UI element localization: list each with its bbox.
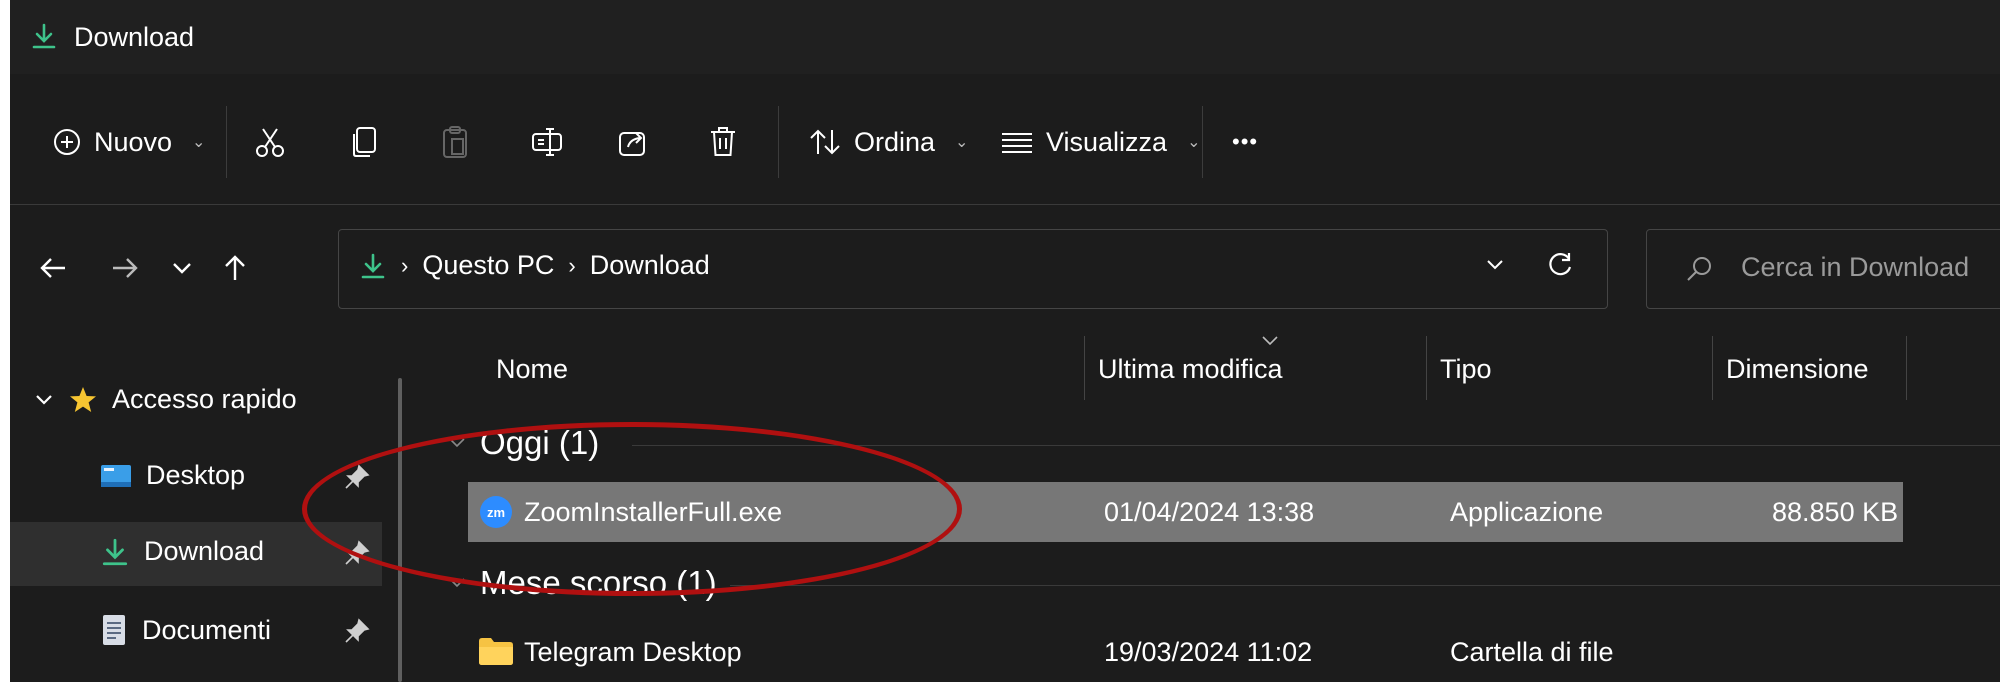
sidebar-item-label: Accesso rapido — [112, 384, 297, 414]
trash-icon — [711, 127, 735, 156]
file-modified: 19/03/2024 11:02 — [1104, 637, 1313, 667]
sort-icon — [810, 129, 840, 155]
chevron-down-icon: ⌄ — [955, 134, 969, 151]
refresh-button[interactable] — [1545, 250, 1575, 285]
column-size[interactable]: Dimensione — [1726, 354, 1869, 385]
clipboard-icon — [443, 126, 467, 158]
document-icon — [103, 615, 125, 645]
scissors-icon — [256, 128, 284, 157]
desktop-folder-icon — [101, 464, 131, 487]
sort-label: Ordina — [854, 126, 936, 157]
file-modified: 01/04/2024 13:38 — [1104, 497, 1315, 527]
sidebar-item-label: Desktop — [146, 460, 246, 490]
file-size: 88.850 KB — [1772, 497, 1899, 527]
copy-button[interactable] — [350, 114, 380, 170]
delete-button[interactable] — [706, 114, 740, 170]
chevron-down-icon — [36, 394, 52, 405]
arrow-left-icon — [40, 258, 65, 278]
copy-icon — [353, 127, 376, 157]
file-type: Cartella di file — [1450, 637, 1614, 667]
chevron-down-icon — [1487, 260, 1503, 270]
chevron-down-icon: ⌄ — [192, 134, 206, 151]
up-button[interactable] — [210, 244, 260, 292]
column-divider[interactable] — [1906, 336, 1907, 400]
search-icon — [1685, 254, 1715, 289]
more-button[interactable]: ••• — [1232, 114, 1258, 170]
share-icon — [619, 132, 645, 156]
group-divider — [730, 585, 2000, 586]
recent-locations-button[interactable] — [162, 244, 202, 292]
address-history-dropdown[interactable] — [1485, 258, 1505, 276]
window-title: Download — [74, 22, 195, 52]
pin-icon[interactable] — [344, 618, 370, 649]
chevron-down-icon — [173, 263, 191, 274]
sidebar-item-desktop[interactable]: Desktop — [100, 460, 245, 491]
column-divider[interactable] — [1084, 336, 1085, 400]
sidebar-item-quick-access[interactable]: Accesso rapido — [34, 384, 297, 415]
star-icon — [70, 386, 96, 412]
share-button[interactable] — [616, 114, 650, 170]
new-button[interactable]: Nuovo ⌄ — [52, 114, 205, 170]
file-row[interactable]: Telegram Desktop 19/03/2024 11:02 Cartel… — [468, 622, 1903, 682]
plus-circle-icon — [54, 129, 80, 155]
view-label: Visualizza — [1046, 126, 1168, 157]
column-type[interactable]: Tipo — [1440, 354, 1492, 385]
search-placeholder: Cerca in Download — [1741, 252, 1970, 282]
download-icon — [102, 538, 128, 565]
column-name[interactable]: Nome — [496, 354, 568, 385]
view-button[interactable]: Visualizza ⌄ — [1000, 114, 1200, 170]
title-bar: Download — [10, 0, 2000, 74]
rename-icon — [532, 128, 562, 156]
download-icon — [361, 253, 385, 278]
arrow-up-icon — [225, 255, 245, 280]
sidebar-item-download[interactable]: Download — [100, 536, 264, 567]
more-icon: ••• — [1232, 129, 1259, 154]
annotation-circle — [302, 422, 962, 596]
search-box[interactable]: Cerca in Download — [1646, 229, 2000, 309]
refresh-icon — [1549, 253, 1572, 276]
toolbar-separator — [778, 106, 779, 178]
paste-button[interactable] — [440, 114, 470, 170]
view-list-icon — [1002, 133, 1032, 153]
address-bar[interactable]: › Questo PC › Download — [338, 229, 1608, 309]
breadcrumb: › Questo PC › Download — [359, 250, 710, 281]
file-name: Telegram Desktop — [524, 637, 742, 667]
rename-button[interactable] — [530, 114, 564, 170]
toolbar-separator — [226, 106, 227, 178]
breadcrumb-separator-icon: › — [568, 252, 576, 278]
arrow-right-icon — [113, 258, 138, 278]
back-button[interactable] — [28, 244, 78, 292]
download-icon — [30, 22, 58, 55]
column-divider[interactable] — [1426, 336, 1427, 400]
sidebar-item-documents[interactable]: Documenti — [100, 614, 271, 646]
column-modified[interactable]: Ultima modifica — [1098, 354, 1283, 385]
breadcrumb-item[interactable]: Questo PC — [422, 250, 554, 281]
breadcrumb-separator-icon: › — [401, 252, 409, 278]
toolbar-separator — [1202, 106, 1203, 178]
file-type: Applicazione — [1450, 497, 1604, 527]
sidebar-item-label: Download — [144, 536, 265, 566]
sort-button[interactable]: Ordina ⌄ — [808, 114, 968, 170]
new-label: Nuovo — [94, 126, 173, 157]
forward-button[interactable] — [100, 244, 150, 292]
column-header: Nome Ultima modifica Tipo Dimensione — [410, 334, 2000, 400]
sort-indicator-icon — [1260, 334, 1280, 352]
column-divider[interactable] — [1712, 336, 1713, 400]
breadcrumb-item[interactable]: Download — [590, 250, 710, 281]
cut-button[interactable] — [253, 114, 287, 170]
command-bar: Nuovo ⌄ Ordina ⌄ Visualizza ⌄ ••• — [10, 74, 2000, 205]
file-explorer-window: Download Nuovo ⌄ Ordina ⌄ Visualizza ⌄ •… — [10, 0, 2000, 682]
folder-icon — [479, 638, 513, 665]
sidebar-item-label: Documenti — [142, 614, 272, 645]
chevron-down-icon: ⌄ — [1187, 134, 1201, 151]
